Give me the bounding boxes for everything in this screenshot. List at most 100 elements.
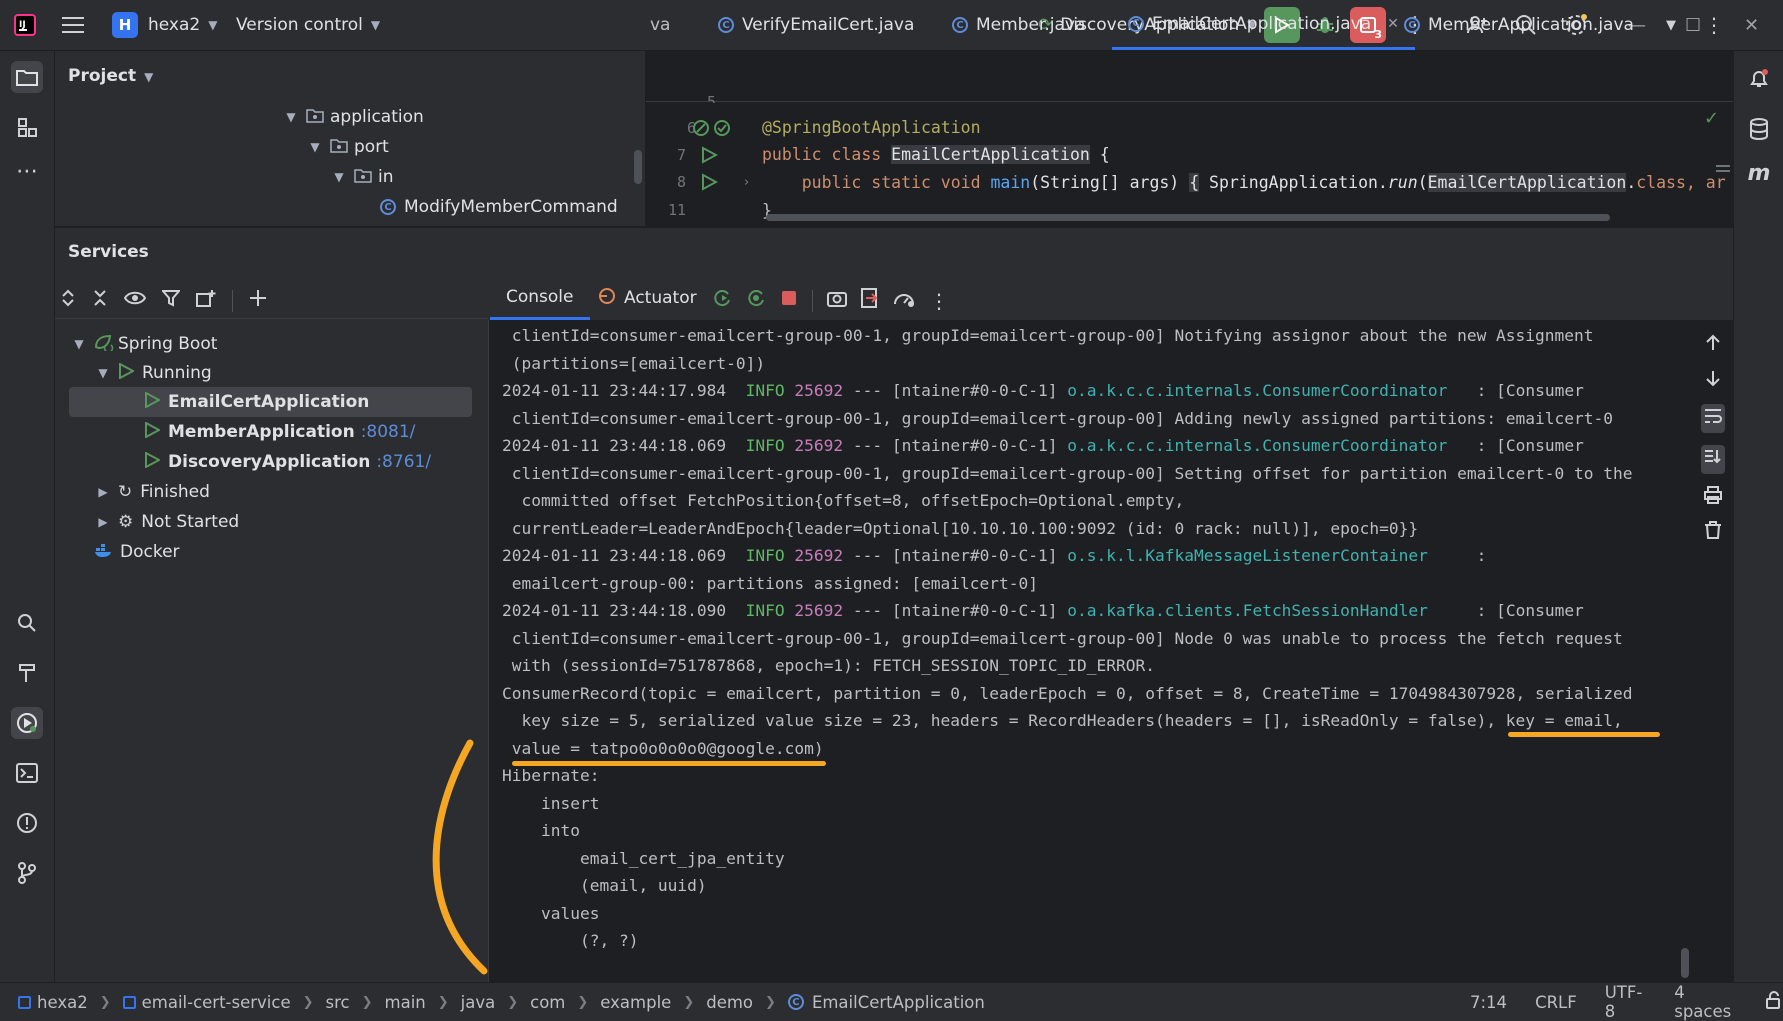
indent-setting[interactable]: 4 spaces: [1674, 983, 1737, 1021]
database-icon[interactable]: [1743, 113, 1775, 145]
breadcrumb-item[interactable]: C EmailCertApplication: [787, 993, 985, 1012]
caret-position[interactable]: 7:14: [1470, 993, 1507, 1012]
tab-options-icon[interactable]: ⋮: [1704, 0, 1724, 50]
breadcrumb-item[interactable]: email-cert-service: [122, 993, 291, 1012]
tree-node-not-started[interactable]: ▶ ⚙ Not Started: [94, 507, 239, 537]
running-play-icon: [144, 450, 162, 473]
tree-node-email-cert-application[interactable]: EmailCertApplication: [144, 387, 369, 417]
tab-console[interactable]: Console: [490, 276, 590, 320]
vcs-label: Version control: [236, 15, 363, 35]
breadcrumb-item[interactable]: example: [600, 993, 671, 1012]
expand-all-icon[interactable]: [60, 289, 76, 312]
code-line-6[interactable]: @SpringBootApplication: [762, 118, 981, 137]
tree-node-application[interactable]: ▼ application: [282, 102, 423, 132]
breadcrumb-item[interactable]: demo: [706, 993, 753, 1012]
app-logo-icon[interactable]: IJ: [14, 0, 36, 50]
find-search-icon[interactable]: [11, 607, 43, 639]
breadcrumb-item[interactable]: hexa2: [18, 993, 88, 1012]
clear-trash-icon[interactable]: [1704, 521, 1722, 544]
tree-node-modify-member-command[interactable]: C ModifyMemberCommand: [380, 192, 618, 222]
log-line: clientId=consumer-emailcert-group-00-1, …: [502, 408, 1614, 428]
spring-bean-gutter-icon[interactable]: [692, 118, 732, 143]
code-line-8[interactable]: public static void main(String[] args) {…: [762, 173, 1730, 192]
tree-node-discovery-application[interactable]: DiscoveryApplication :8761/: [144, 447, 431, 477]
scroll-down-icon[interactable]: [1704, 369, 1722, 392]
tree-node-spring-boot[interactable]: ▼ Spring Boot: [70, 329, 217, 359]
project-scrollbar[interactable]: [634, 150, 642, 184]
main-menu-icon[interactable]: [62, 0, 84, 50]
tab-truncated[interactable]: va: [650, 0, 670, 50]
tab-email-cert-application[interactable]: C EmailCertApplication.java ✕: [1112, 0, 1415, 50]
run-gutter-icon[interactable]: [700, 146, 719, 169]
file-encoding[interactable]: UTF-8: [1605, 983, 1647, 1021]
services-icon[interactable]: [11, 707, 43, 739]
export-icon[interactable]: [861, 288, 879, 313]
notifications-bell-icon[interactable]: [1743, 63, 1775, 95]
tab-actuator[interactable]: Actuator: [598, 276, 697, 320]
line-separator[interactable]: CRLF: [1535, 993, 1577, 1012]
divider: [55, 318, 488, 319]
close-tab-icon[interactable]: ✕: [1387, 16, 1399, 32]
breadcrumb-item[interactable]: java: [461, 993, 496, 1012]
breadcrumb-item[interactable]: src: [326, 993, 350, 1012]
tab-verify-email-cert[interactable]: C VerifyEmailCert.java: [718, 0, 914, 50]
close-icon[interactable]: ✕: [1744, 0, 1759, 50]
line-number: 8: [676, 173, 686, 191]
tree-node-in[interactable]: ▼ in: [330, 162, 393, 192]
rerun-icon[interactable]: [712, 288, 732, 313]
tree-node-running[interactable]: ▼ Running: [94, 358, 212, 388]
project-folder-icon[interactable]: [11, 61, 43, 93]
filter-icon[interactable]: [160, 289, 182, 312]
print-icon[interactable]: [1704, 486, 1722, 509]
structure-icon[interactable]: [11, 111, 43, 143]
terminal-icon[interactable]: [11, 757, 43, 789]
editor-scroll-marker[interactable]: [1716, 162, 1730, 182]
scroll-up-icon[interactable]: [1704, 334, 1722, 357]
soft-wrap-icon[interactable]: [1701, 404, 1725, 433]
more-tools-icon[interactable]: ⋯: [11, 155, 43, 187]
problems-icon[interactable]: [11, 807, 43, 839]
fold-icon[interactable]: ›: [744, 175, 749, 190]
git-branch-icon[interactable]: [11, 857, 43, 889]
show-eye-icon[interactable]: [123, 290, 147, 311]
new-group-icon[interactable]: [196, 289, 216, 312]
console-more-icon[interactable]: ⋮: [929, 289, 949, 313]
breadcrumb-item[interactable]: main: [385, 993, 426, 1012]
collapse-all-icon[interactable]: [92, 289, 108, 312]
port-link[interactable]: :8761/: [376, 452, 431, 472]
scroll-to-end-icon[interactable]: [1701, 445, 1725, 474]
editor-tab-bar: [646, 51, 1733, 102]
stop-square-icon[interactable]: [780, 289, 798, 312]
profiler-gauge-icon[interactable]: [893, 288, 915, 313]
project-panel-title[interactable]: Project ▼: [68, 66, 153, 86]
code-line-7[interactable]: public class EmailCertApplication {: [762, 145, 1110, 164]
tree-node-member-application[interactable]: MemberApplication :8081/: [144, 417, 415, 447]
tree-node-port[interactable]: ▼ port: [306, 132, 388, 162]
right-tool-strip: m: [1733, 51, 1783, 982]
lock-icon[interactable]: [1765, 991, 1783, 1013]
tab-member-application[interactable]: C MemberApplication.java: [1404, 0, 1634, 50]
spring-class-icon: C: [1128, 15, 1144, 32]
maximize-icon[interactable]: ☐: [1685, 0, 1701, 50]
run-gutter-icon[interactable]: [700, 173, 719, 196]
rerun-debug-icon[interactable]: [746, 288, 766, 313]
vcs-selector[interactable]: Version control ▼: [236, 0, 380, 50]
editor-horizontal-scrollbar[interactable]: [766, 214, 1610, 221]
tabs-dropdown-icon[interactable]: ▼: [1666, 0, 1676, 50]
log-line: into: [502, 821, 580, 840]
project-selector[interactable]: H hexa2 ▼: [112, 0, 217, 50]
log-line: value = tatpo0o0o0o0@google.com): [502, 738, 824, 758]
camera-icon[interactable]: [827, 289, 847, 312]
spring-boot-icon: [94, 333, 114, 356]
tab-member[interactable]: C Member.java: [952, 0, 1085, 50]
tree-node-docker[interactable]: Docker: [94, 537, 180, 567]
tree-node-finished[interactable]: ▶ ↻ Finished: [94, 477, 210, 507]
breadcrumb-item[interactable]: com: [530, 993, 565, 1012]
build-hammer-icon[interactable]: [11, 657, 43, 689]
add-service-icon[interactable]: [249, 288, 269, 313]
log-line: clientId=consumer-emailcert-group-00-1, …: [502, 463, 1633, 483]
services-title: Services: [68, 242, 149, 262]
port-link[interactable]: :8081/: [361, 422, 416, 442]
maven-icon[interactable]: m: [1743, 157, 1775, 189]
console-scrollbar[interactable]: [1681, 948, 1689, 978]
